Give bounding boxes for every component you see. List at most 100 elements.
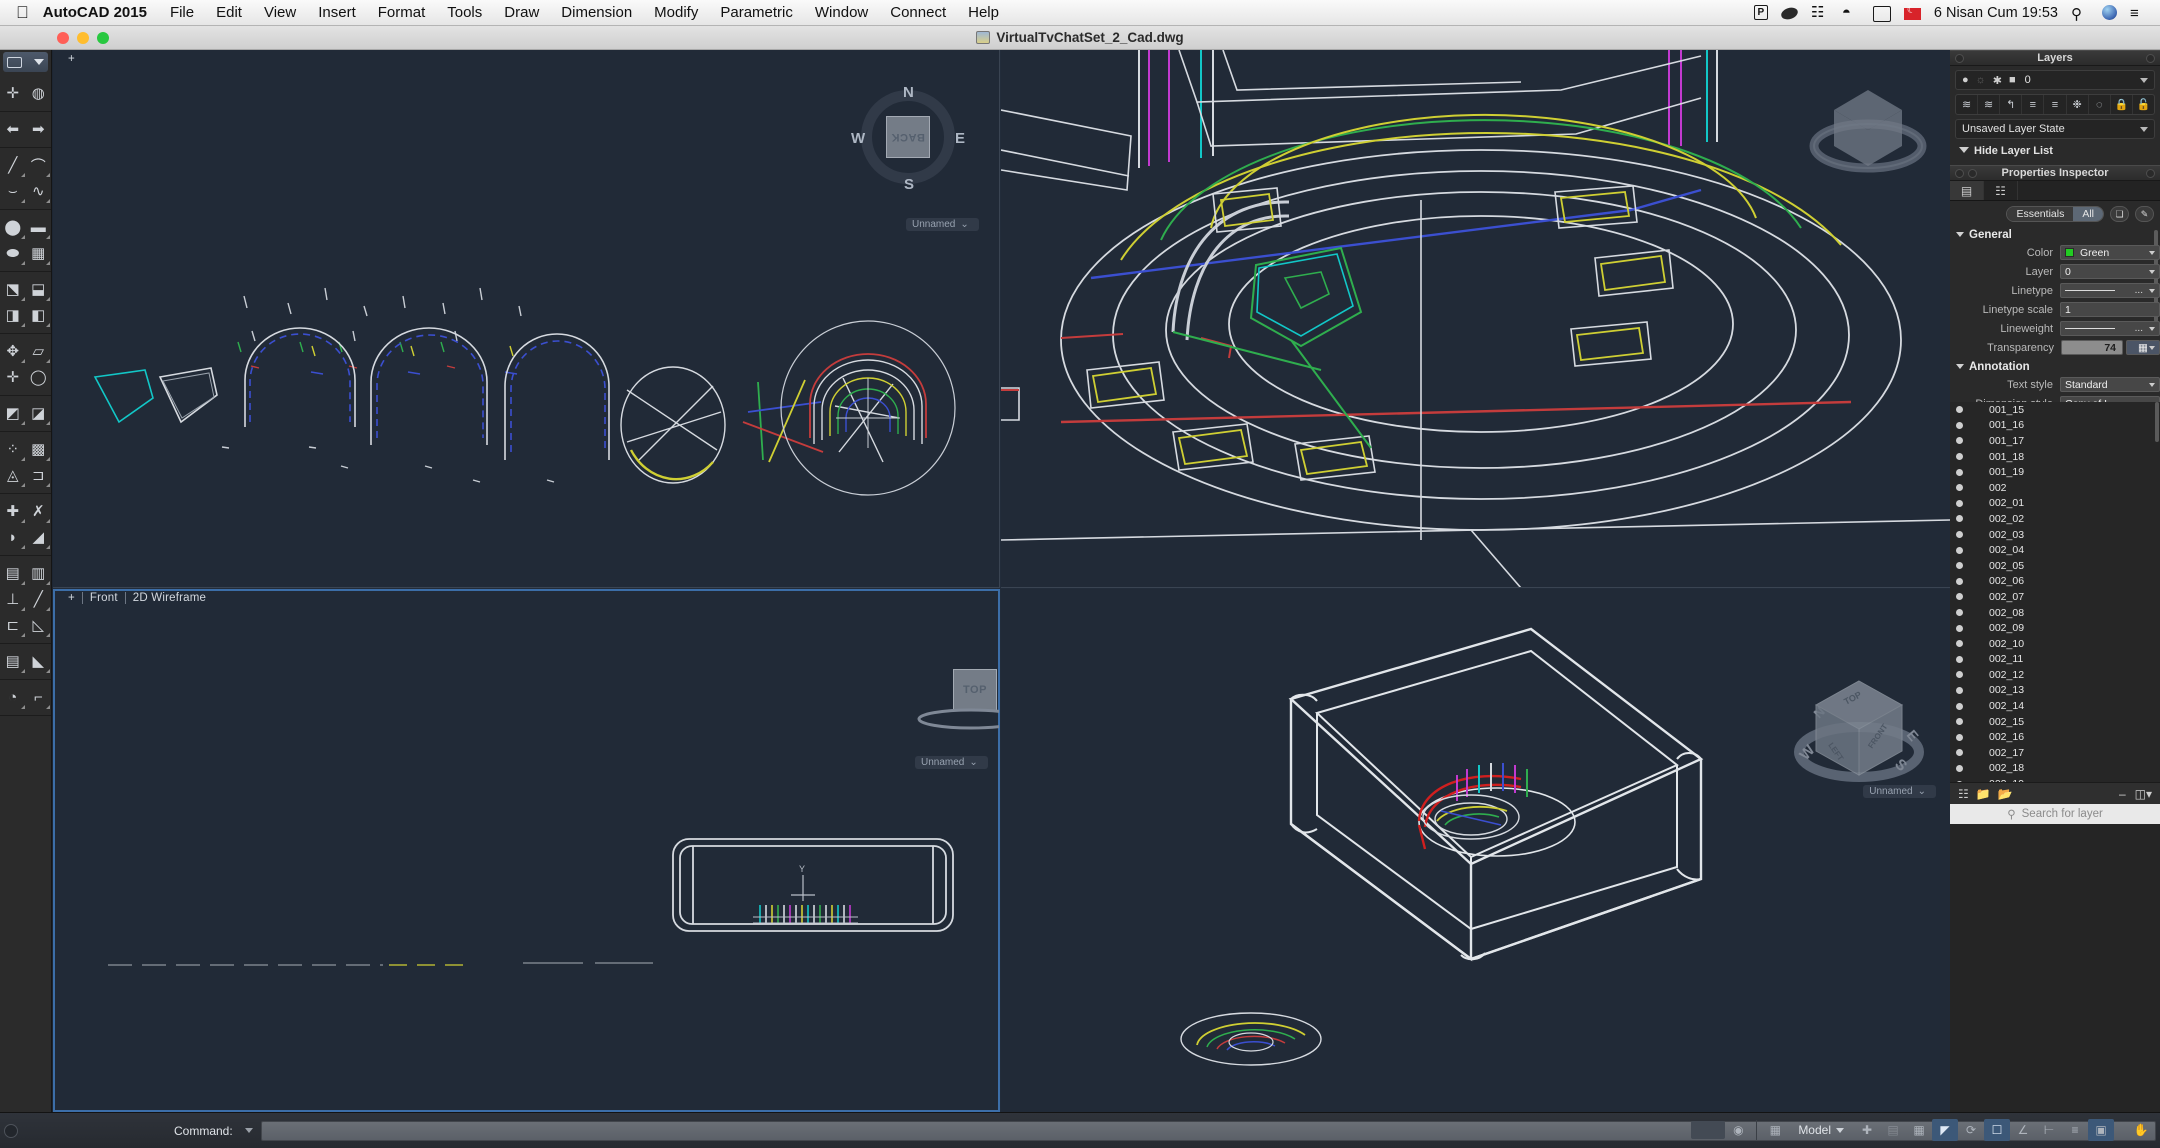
mirror-tool[interactable]: ◬ xyxy=(0,462,26,488)
text-tool[interactable]: ◨ xyxy=(0,302,26,328)
compass-south-label[interactable]: S xyxy=(904,176,914,193)
viewport-bottom-left-label[interactable]: + Front 2D Wireframe xyxy=(61,592,213,604)
undo-tool[interactable]: ⬅ xyxy=(0,116,26,142)
new-layer-group-icon[interactable]: 📂 xyxy=(1998,787,2013,801)
zoom-button[interactable] xyxy=(97,32,109,44)
properties-group-general[interactable]: General xyxy=(1950,226,2160,244)
circle-tool[interactable]: ⬤ xyxy=(0,214,26,240)
offset-tool[interactable]: ⊐ xyxy=(26,462,52,488)
chevron-down-icon[interactable] xyxy=(2149,270,2155,274)
annotation-scale-icon[interactable] xyxy=(1691,1121,1726,1139)
layer-previous-icon[interactable]: ↰ xyxy=(2000,95,2023,114)
ucs-icon[interactable]: ⊢ xyxy=(2036,1119,2062,1141)
viewport-top-left-label[interactable]: + xyxy=(61,53,82,65)
otrack-icon[interactable]: ∠ xyxy=(2010,1119,2036,1141)
angular-dimension-tool[interactable]: ◺ xyxy=(26,612,52,638)
polyline-tool[interactable]: ⌣ xyxy=(0,178,26,204)
layer-visibility-dot-icon[interactable] xyxy=(1956,718,1963,726)
layer-visibility-dot-icon[interactable] xyxy=(1956,671,1963,679)
menu-draw[interactable]: Draw xyxy=(493,4,550,21)
compass-east-label[interactable]: E xyxy=(955,130,965,147)
compass-north-label[interactable]: N xyxy=(903,84,914,101)
viewport-top-right[interactable] xyxy=(1001,50,1950,588)
menu-dimension[interactable]: Dimension xyxy=(550,4,643,21)
filter-essentials[interactable]: Essentials xyxy=(2007,207,2074,221)
layer-visibility-dot-icon[interactable] xyxy=(1956,421,1963,429)
property-value-linetype[interactable]: ... xyxy=(2060,283,2160,298)
layer-visibility-dot-icon[interactable] xyxy=(1956,406,1963,414)
viewcube-face-label[interactable]: BACK xyxy=(886,116,930,158)
continue-dimension-tool[interactable]: ⊏ xyxy=(0,612,26,638)
rectangle-tool[interactable]: ▬ xyxy=(26,214,52,240)
xref-tool[interactable]: ▥ xyxy=(26,560,52,586)
layer-list-item[interactable]: 001_16 xyxy=(1950,418,2160,434)
3d-rotate-tool[interactable]: ✥ xyxy=(0,338,26,364)
hide-layer-list-toggle[interactable]: Hide Layer List xyxy=(1955,143,2155,160)
viewport-top-left-plus[interactable]: + xyxy=(61,53,82,65)
layer-list-item[interactable]: 002_06 xyxy=(1950,574,2160,590)
chamfer-tool[interactable]: ✗ xyxy=(26,498,52,524)
line-tool[interactable]: ╱ xyxy=(0,152,26,178)
current-layer-name[interactable]: 0 xyxy=(2025,74,2031,86)
viewport-bottom-left-visual-style[interactable]: 2D Wireframe xyxy=(124,592,213,604)
transparency-dropdown[interactable]: ▦ xyxy=(2126,340,2160,355)
filter-all[interactable]: All xyxy=(2073,207,2103,221)
redo-tool[interactable]: ➡ xyxy=(26,116,52,142)
multiline-text-tool[interactable]: ◧ xyxy=(26,302,52,328)
layer-list-item[interactable]: 002_19 xyxy=(1950,776,2160,782)
drag-grip-icon[interactable] xyxy=(4,1123,18,1138)
layer-visibility-dot-icon[interactable] xyxy=(1956,468,1963,476)
layers-panel-collapse-knob[interactable] xyxy=(2146,54,2155,63)
layer-list-item[interactable]: 002_11 xyxy=(1950,652,2160,668)
viewcube-top-right[interactable] xyxy=(1798,68,1938,198)
menu-insert[interactable]: Insert xyxy=(307,4,367,21)
snap-icon[interactable]: ✚ xyxy=(1854,1119,1880,1141)
menu-edit[interactable]: Edit xyxy=(205,4,253,21)
layer-visibility-dot-icon[interactable] xyxy=(1956,515,1963,523)
fillet-tool[interactable]: ✚ xyxy=(0,498,26,524)
menu-help[interactable]: Help xyxy=(957,4,1010,21)
hatch-tool[interactable]: ▦ xyxy=(26,240,52,266)
bluetooth-icon[interactable]: ☷ xyxy=(1811,4,1829,21)
array-tool[interactable]: ⁘ xyxy=(0,436,26,462)
property-row-dimension-style[interactable]: Dimension style Copy of I... xyxy=(1950,395,2160,402)
snowflake-icon[interactable]: ✱ xyxy=(1993,74,2002,87)
annotation-visibility-icon[interactable]: ◉ xyxy=(1725,1119,1751,1141)
box-tool[interactable]: ▱ xyxy=(26,338,52,364)
3d-object-tool[interactable]: ◍ xyxy=(26,80,52,106)
sun-icon[interactable]: ☼ xyxy=(1976,74,1986,86)
chevron-down-icon[interactable] xyxy=(2149,346,2155,350)
layers-tab[interactable]: ☷ xyxy=(1984,181,2018,200)
property-value-layer[interactable]: 0 xyxy=(2060,264,2160,279)
dyninput-icon[interactable]: ≡ xyxy=(2062,1119,2088,1141)
lightbulb-on-icon[interactable]: ● xyxy=(1962,74,1969,86)
baseline-dimension-tool[interactable]: ▤ xyxy=(0,648,26,674)
layer-visibility-dot-icon[interactable] xyxy=(1956,437,1963,445)
layer-visibility-dot-icon[interactable] xyxy=(1956,640,1963,648)
layer-list-item[interactable]: 002_10 xyxy=(1950,636,2160,652)
layer-list-item[interactable]: 002_09 xyxy=(1950,620,2160,636)
property-row-lineweight[interactable]: Lineweight ... xyxy=(1950,320,2160,337)
layer-list-item[interactable]: 002_02 xyxy=(1950,511,2160,527)
menu-file[interactable]: File xyxy=(159,4,205,21)
property-row-color[interactable]: Color Green xyxy=(1950,244,2160,261)
chevron-down-icon[interactable] xyxy=(2149,383,2155,387)
named-view-dropdown-bottom-right[interactable]: Unnamed xyxy=(1863,785,1936,798)
layer-visibility-dot-icon[interactable] xyxy=(1956,733,1963,741)
properties-panel-collapse-knob[interactable] xyxy=(2146,169,2155,178)
layer-list-item[interactable]: 002_03 xyxy=(1950,527,2160,543)
active-app-name[interactable]: AutoCAD 2015 xyxy=(43,4,159,21)
property-value-color[interactable]: Green xyxy=(2060,245,2160,260)
measure-tool[interactable]: ◔ xyxy=(0,684,26,710)
layer-off-icon[interactable]: ≋ xyxy=(1978,95,2001,114)
viewport-bottom-right[interactable]: W E S N TOP LEFT FRONT Unnamed xyxy=(1001,589,1950,1112)
wifi-icon[interactable]: ◓ xyxy=(1842,4,1860,21)
menu-format[interactable]: Format xyxy=(367,4,437,21)
properties-group-annotation[interactable]: Annotation xyxy=(1950,358,2160,376)
layer-visibility-dot-icon[interactable] xyxy=(1956,702,1963,710)
compass-west-label[interactable]: W xyxy=(851,130,865,147)
layer-visibility-dot-icon[interactable] xyxy=(1956,749,1963,757)
layer-visibility-dot-icon[interactable] xyxy=(1956,764,1963,772)
spotlight-search-icon[interactable]: ⚲ xyxy=(2071,5,2089,23)
move-tool[interactable]: ✛ xyxy=(0,364,26,390)
